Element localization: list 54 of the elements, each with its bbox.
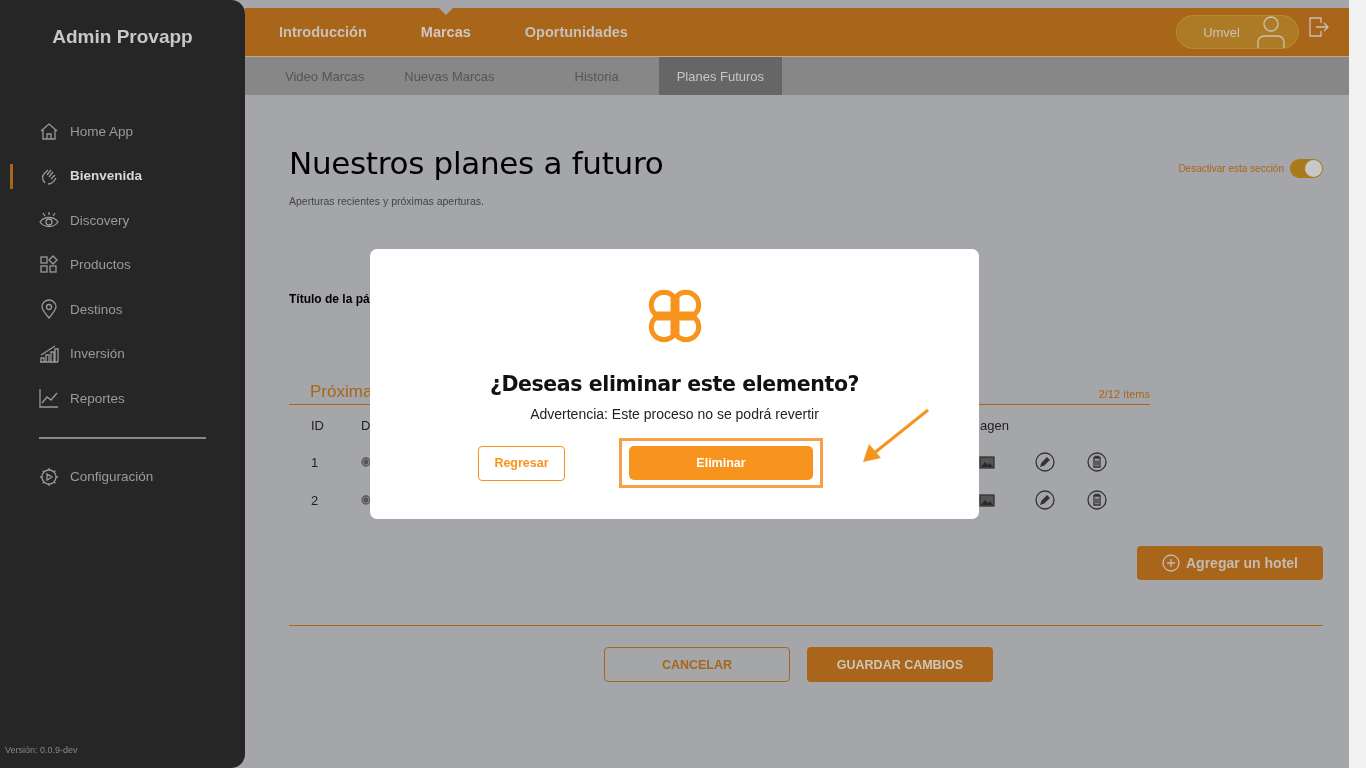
annotation-arrow [863,408,929,462]
version-label: Versión: 0.0.9-dev [4,745,78,757]
toggle-label: Desactivar esta sección [1178,163,1284,174]
section-title: Próxima [309,382,373,402]
trash-icon[interactable] [1087,490,1107,510]
radio-icon [361,457,371,467]
add-hotel-button[interactable]: Agregar un hotel [1137,546,1323,580]
location-pin-icon [39,299,59,320]
plus-icon [1162,554,1180,572]
column-header: D [361,417,372,433]
sidebar-item[interactable]: Home App [0,109,134,154]
nav-tab[interactable]: Introducción [279,8,367,56]
sidebar-item[interactable]: Productos [0,242,131,287]
edit-icon[interactable] [1035,452,1055,472]
nav-tab[interactable]: Oportunidades [524,8,628,56]
radio-icon [361,495,371,505]
user-icon [1254,14,1288,48]
line-chart-icon [39,388,59,409]
cancel-button[interactable]: CANCELAR [604,647,790,682]
sub-tab[interactable]: Planes Futuros [658,57,783,95]
back-button[interactable]: Regresar [478,445,565,481]
bar-chart-icon [39,343,59,364]
sidebar-item[interactable]: Reportes [0,376,125,421]
sidebar-item[interactable]: Discovery [0,198,130,243]
item-count: 2/12 ítems [1098,388,1150,402]
sidebar-item[interactable]: Bienvenida [0,153,143,198]
column-header: ID [310,417,325,433]
sidebar-item[interactable]: Destinos [0,287,123,332]
column-header: agen [979,417,1009,433]
active-indicator [10,163,13,189]
save-button[interactable]: GUARDAR CAMBIOS [807,647,993,682]
sidebar-item[interactable]: Configuración [0,454,154,499]
user-button[interactable]: Umvel [1176,15,1299,49]
sidebar-item[interactable]: Inversión [0,331,125,376]
field-label: Título de la pá [289,292,371,306]
dialog-title: ¿Deseas eliminar este elemento? [489,372,860,396]
edit-icon[interactable] [1035,490,1055,510]
selection-notch [438,8,453,15]
trash-icon[interactable] [1087,452,1107,472]
grid-icon [39,254,59,275]
page-subtitle: Aperturas recientes y próximas aperturas. [289,195,485,207]
nav-tab[interactable]: Marcas [420,8,471,56]
toggle-switch[interactable] [1290,159,1323,178]
table-cell-text: 2 [310,492,320,508]
home-icon [39,121,59,142]
dialog-message: Advertencia: Este proceso no se podrá revertir [530,406,819,422]
delete-button[interactable]: Eliminar [629,446,813,480]
image-icon [979,493,995,507]
logout-icon[interactable] [1309,17,1329,37]
table-cell-text: 1 [310,454,320,470]
gear-icon [39,466,59,487]
image-icon [979,455,995,469]
app-title: Admin Provapp [52,26,193,48]
page-title: Nuestros planes a futuro [289,145,664,181]
